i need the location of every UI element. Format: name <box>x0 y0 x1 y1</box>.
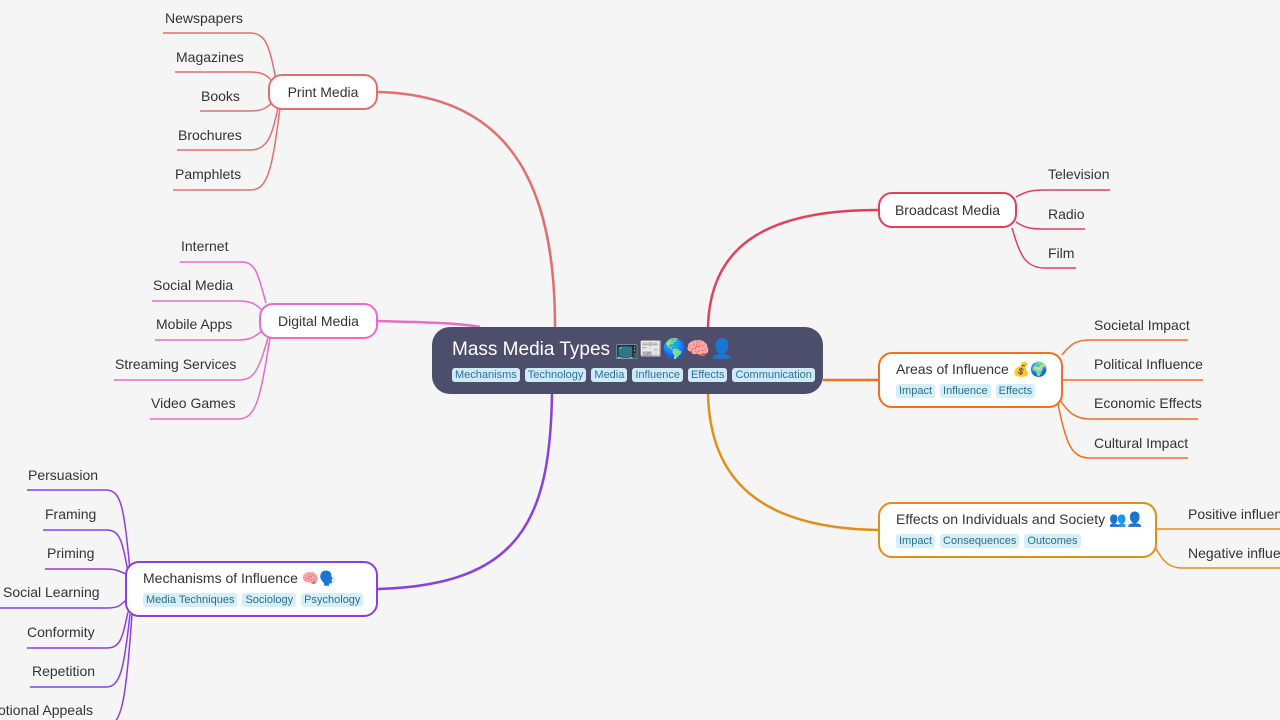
brain-speaking-emoji-icons: 🧠🗣️ <box>301 570 337 586</box>
leaf-magazines[interactable]: Magazines <box>176 49 244 65</box>
root-emoji-icons: 📺📰🌎🧠👤 <box>615 339 734 360</box>
link-radio <box>1015 221 1085 230</box>
leaf-streaming-services[interactable]: Streaming Services <box>115 356 236 372</box>
leaf-cultural-impact[interactable]: Cultural Impact <box>1094 435 1188 451</box>
tag[interactable]: Consequences <box>940 534 1020 548</box>
money-globe-emoji-icons: 💰🌍 <box>1012 361 1048 377</box>
link-social-media <box>152 300 264 312</box>
leaf-books[interactable]: Books <box>201 88 240 104</box>
tag[interactable]: Mechanisms <box>452 368 520 382</box>
link-effects <box>706 393 879 532</box>
leaf-radio[interactable]: Radio <box>1048 206 1085 222</box>
leaf-positive-influence[interactable]: Positive influence <box>1188 506 1280 522</box>
leaf-emotional-appeals[interactable]: Emotional Appeals <box>0 702 93 718</box>
leaf-social-media[interactable]: Social Media <box>153 277 233 293</box>
root-node[interactable]: Mass Media Types 📺📰🌎🧠👤 Mechanisms Techno… <box>432 327 823 394</box>
node-title: Digital Media <box>278 313 359 329</box>
leaf-priming[interactable]: Priming <box>47 545 94 561</box>
node-digital-media[interactable]: Digital Media <box>259 303 378 339</box>
leaf-repetition[interactable]: Repetition <box>32 663 95 679</box>
root-title: Mass Media Types 📺📰🌎🧠👤 <box>452 339 734 360</box>
node-broadcast-media[interactable]: Broadcast Media <box>878 192 1017 228</box>
link-priming <box>45 568 127 575</box>
leaf-political-influence[interactable]: Political Influence <box>1094 356 1203 372</box>
link-mechanisms <box>377 393 554 591</box>
node-tags: Impact Consequences Outcomes <box>896 534 1155 548</box>
leaf-mobile-apps[interactable]: Mobile Apps <box>156 316 232 332</box>
link-societal <box>1061 339 1188 356</box>
leaf-framing[interactable]: Framing <box>45 506 96 522</box>
leaf-brochures[interactable]: Brochures <box>178 127 242 143</box>
leaf-internet[interactable]: Internet <box>181 238 228 254</box>
tag[interactable]: Influence <box>940 384 991 398</box>
leaf-conformity[interactable]: Conformity <box>27 624 95 640</box>
node-title: Broadcast Media <box>894 202 1001 218</box>
people-emoji-icons: 👥👤 <box>1108 511 1144 527</box>
tag[interactable]: Media Techniques <box>143 593 238 607</box>
link-print <box>377 90 557 328</box>
tag[interactable]: Media <box>591 368 628 382</box>
leaf-pamphlets[interactable]: Pamphlets <box>175 166 241 182</box>
link-social-learning <box>0 599 127 609</box>
node-effects-on-individuals-and-society[interactable]: Effects on Individuals and Society 👥👤 Im… <box>878 502 1157 558</box>
link-broadcast <box>706 208 879 328</box>
leaf-video-games[interactable]: Video Games <box>151 395 236 411</box>
node-title: Effects on Individuals and Society 👥👤 <box>896 511 1144 527</box>
tag[interactable]: Effects <box>995 384 1036 398</box>
node-title: Mechanisms of Influence 🧠🗣️ <box>143 570 337 586</box>
leaf-television[interactable]: Television <box>1048 166 1109 182</box>
node-areas-of-influence[interactable]: Areas of Influence 💰🌍 Impact Influence E… <box>878 352 1063 408</box>
tag[interactable]: Communication <box>732 368 815 382</box>
leaf-persuasion[interactable]: Persuasion <box>28 467 98 483</box>
tag[interactable]: Psychology <box>301 593 364 607</box>
tag[interactable]: Impact <box>896 534 936 548</box>
leaf-social-learning[interactable]: Social Learning <box>3 584 100 600</box>
tag[interactable]: Technology <box>524 368 587 382</box>
node-print-media[interactable]: Print Media <box>268 74 378 110</box>
node-tags: Media Techniques Sociology Psychology <box>143 593 376 607</box>
leaf-film[interactable]: Film <box>1048 245 1074 261</box>
leaf-societal-impact[interactable]: Societal Impact <box>1094 317 1190 333</box>
tag[interactable]: Effects <box>688 368 728 382</box>
tag[interactable]: Impact <box>896 384 936 398</box>
tag[interactable]: Outcomes <box>1024 534 1081 548</box>
tag[interactable]: Influence <box>632 368 684 382</box>
leaf-negative-influence[interactable]: Negative influence <box>1188 545 1280 561</box>
node-tags: Impact Influence Effects <box>896 384 1061 398</box>
link-television <box>1015 189 1110 198</box>
tag[interactable]: Sociology <box>242 593 297 607</box>
node-title: Areas of Influence 💰🌍 <box>896 361 1048 377</box>
root-tags: Mechanisms Technology Media Influence Ef… <box>452 368 815 382</box>
node-mechanisms-of-influence[interactable]: Mechanisms of Influence 🧠🗣️ Media Techni… <box>125 561 378 617</box>
node-title: Print Media <box>287 84 359 100</box>
leaf-newspapers[interactable]: Newspapers <box>165 10 243 26</box>
leaf-economic-effects[interactable]: Economic Effects <box>1094 395 1202 411</box>
link-magazines <box>175 71 277 89</box>
